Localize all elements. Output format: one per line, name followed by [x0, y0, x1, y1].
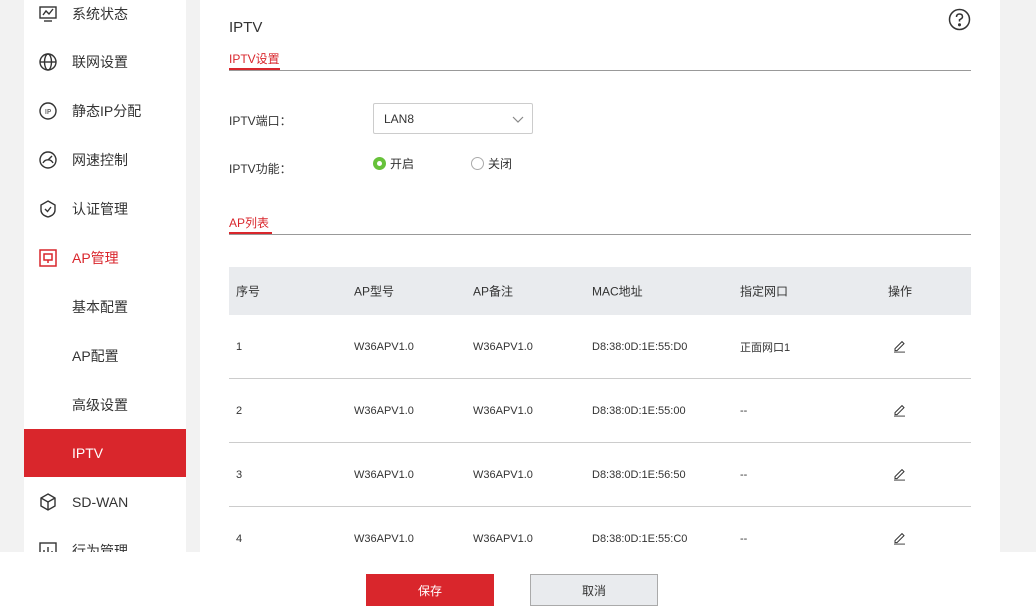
- shield-check-icon: [38, 199, 58, 219]
- cell-ap-remark: W36APV1.0: [473, 532, 533, 545]
- radio-enable[interactable]: 开启: [373, 155, 414, 172]
- iptv-function-label: IPTV功能：: [229, 162, 292, 176]
- save-button[interactable]: 保存: [366, 574, 494, 606]
- header-mac: MAC地址: [592, 284, 643, 299]
- sidebar-item-ap-management[interactable]: AP管理: [24, 234, 186, 282]
- header-ap-model: AP型号: [354, 284, 395, 299]
- table-row: 2 W36APV1.0 W36APV1.0 D8:38:0D:1E:55:00 …: [229, 379, 971, 443]
- ap-device-icon: [38, 248, 58, 268]
- sidebar-item-label: 行为管理: [72, 543, 128, 552]
- sidebar: 系统状态 联网设置 IP 静态IP分配 网速控制 认证管理 AP管理 基本配置 …: [24, 0, 186, 552]
- svg-text:IP: IP: [45, 108, 51, 116]
- sidebar-item-ap-config[interactable]: AP配置: [24, 332, 186, 380]
- radio-unchecked-icon: [471, 157, 484, 170]
- cell-port: --: [740, 468, 748, 481]
- section-divider: [229, 70, 971, 71]
- page-title: IPTV: [229, 19, 263, 36]
- sidebar-item-label: 高级设置: [72, 397, 128, 413]
- cell-ap-remark: W36APV1.0: [473, 404, 533, 417]
- radio-checked-icon: [373, 157, 386, 170]
- sidebar-item-label: SD-WAN: [72, 494, 129, 510]
- radio-disable-label: 关闭: [488, 157, 513, 171]
- help-icon[interactable]: [948, 8, 971, 31]
- cell-ap-model: W36APV1.0: [354, 532, 414, 545]
- iptv-port-select[interactable]: LAN8: [373, 103, 533, 134]
- header-action: 操作: [888, 284, 913, 299]
- sidebar-item-speed-control[interactable]: 网速控制: [24, 136, 186, 184]
- cell-index: 1: [236, 340, 243, 353]
- sidebar-item-advanced-settings[interactable]: 高级设置: [24, 381, 186, 429]
- sidebar-item-basic-config[interactable]: 基本配置: [24, 283, 186, 331]
- sidebar-item-sd-wan[interactable]: SD-WAN: [24, 478, 186, 526]
- sidebar-item-behavior-management[interactable]: 行为管理: [24, 527, 186, 552]
- ap-table: 序号 AP型号 AP备注 MAC地址 指定网口 操作 1 W36APV1.0 W…: [229, 267, 971, 552]
- cell-mac: D8:38:0D:1E:55:00: [592, 404, 686, 417]
- section-divider: [229, 234, 971, 235]
- cell-ap-remark: W36APV1.0: [473, 468, 533, 481]
- sidebar-item-label: 系统状态: [72, 6, 128, 22]
- edit-icon[interactable]: [892, 402, 906, 417]
- cube-icon: [38, 492, 58, 512]
- footer-bar: 保存 取消: [0, 552, 1036, 612]
- sidebar-item-system-status[interactable]: 系统状态: [24, 0, 186, 38]
- sidebar-item-label: 联网设置: [72, 54, 128, 70]
- sidebar-item-static-ip[interactable]: IP 静态IP分配: [24, 87, 186, 135]
- radio-enable-label: 开启: [390, 157, 415, 171]
- sidebar-item-network-settings[interactable]: 联网设置: [24, 38, 186, 86]
- table-row: 4 W36APV1.0 W36APV1.0 D8:38:0D:1E:55:C0 …: [229, 507, 971, 552]
- speedometer-icon: [38, 150, 58, 170]
- cell-ap-model: W36APV1.0: [354, 468, 414, 481]
- sidebar-item-label: 基本配置: [72, 299, 128, 315]
- globe-icon: [38, 52, 58, 72]
- sidebar-item-label: 网速控制: [72, 152, 128, 168]
- cell-mac: D8:38:0D:1E:55:C0: [592, 532, 688, 545]
- cell-mac: D8:38:0D:1E:56:50: [592, 468, 686, 481]
- header-index: 序号: [236, 284, 261, 299]
- sidebar-item-label: AP管理: [72, 250, 119, 266]
- cell-index: 3: [236, 468, 243, 481]
- cell-mac: D8:38:0D:1E:55:D0: [592, 340, 688, 353]
- sidebar-item-label: IPTV: [72, 445, 104, 461]
- table-row: 3 W36APV1.0 W36APV1.0 D8:38:0D:1E:56:50 …: [229, 443, 971, 507]
- iptv-port-value: LAN8: [384, 111, 415, 126]
- header-ap-remark: AP备注: [473, 284, 514, 299]
- radio-disable[interactable]: 关闭: [471, 155, 512, 172]
- cell-port: --: [740, 404, 748, 417]
- header-port: 指定网口: [740, 284, 789, 299]
- chevron-down-icon: [512, 116, 524, 123]
- monitor-chart-icon: [38, 4, 58, 24]
- cell-ap-model: W36APV1.0: [354, 340, 414, 353]
- sidebar-item-label: 静态IP分配: [72, 103, 142, 119]
- iptv-port-label: IPTV端口：: [229, 114, 292, 128]
- cell-port: 正面网口1: [740, 341, 791, 354]
- table-header: 序号 AP型号 AP备注 MAC地址 指定网口 操作: [229, 267, 971, 315]
- edit-icon[interactable]: [892, 530, 906, 545]
- sidebar-item-label: AP配置: [72, 348, 119, 364]
- sidebar-item-auth[interactable]: 认证管理: [24, 185, 186, 233]
- edit-icon[interactable]: [892, 338, 906, 353]
- cell-index: 2: [236, 404, 243, 417]
- cell-ap-model: W36APV1.0: [354, 404, 414, 417]
- table-row: 1 W36APV1.0 W36APV1.0 D8:38:0D:1E:55:D0 …: [229, 315, 971, 379]
- ip-icon: IP: [38, 101, 58, 121]
- cell-index: 4: [236, 532, 243, 545]
- cell-port: --: [740, 532, 748, 545]
- main-panel: IPTV IPTV设置 IPTV端口： LAN8 IPTV功能： 开启 关闭 A…: [200, 0, 1000, 552]
- cell-ap-remark: W36APV1.0: [473, 340, 533, 353]
- cancel-button[interactable]: 取消: [530, 574, 658, 606]
- sidebar-item-iptv[interactable]: IPTV: [24, 429, 186, 477]
- bar-chart-icon: [38, 541, 58, 552]
- sidebar-item-label: 认证管理: [72, 201, 128, 217]
- edit-icon[interactable]: [892, 466, 906, 481]
